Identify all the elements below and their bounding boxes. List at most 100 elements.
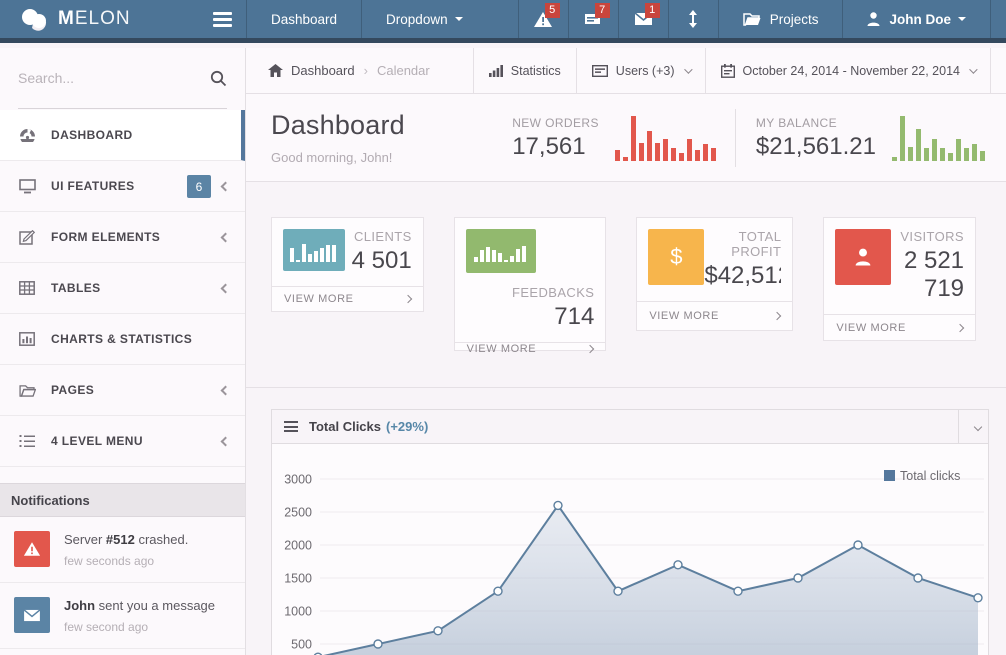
sidebar-item-label: 4 LEVEL MENU xyxy=(51,434,143,448)
panel-collapse-button[interactable] xyxy=(958,410,988,444)
users-card-icon xyxy=(592,65,608,77)
documents-badge: 7 xyxy=(595,3,610,18)
alert-icon xyxy=(14,531,50,567)
panel-menu-icon[interactable] xyxy=(284,419,298,435)
visitors-view-more[interactable]: VIEW MORE xyxy=(824,314,975,340)
dashboard-icon xyxy=(19,128,37,143)
sidebar: DASHBOARD UI FEATURES 6 FORM ELEMENTS TABLES… xyxy=(0,48,246,655)
caret-down-icon xyxy=(455,17,463,21)
page-title: Dashboard xyxy=(271,110,405,141)
alerts-button[interactable]: 5 xyxy=(518,0,568,38)
new-orders-stat: NEW ORDERS 17,561 xyxy=(512,115,719,161)
table-icon xyxy=(19,281,37,295)
alerts-badge: 5 xyxy=(545,3,560,18)
user-menu[interactable]: John Doe xyxy=(842,0,990,38)
sidebar-item-dashboard[interactable]: DASHBOARD xyxy=(0,110,245,161)
user-icon xyxy=(867,12,880,27)
users-dropdown[interactable]: Users (+3) xyxy=(576,48,705,94)
monitor-icon xyxy=(19,179,37,194)
profit-tile-icon: $ xyxy=(648,229,704,285)
search-input[interactable] xyxy=(18,70,210,86)
documents-button[interactable]: 7 xyxy=(568,0,618,38)
visitors-label: VISITORS xyxy=(891,229,964,244)
clients-tile-icon xyxy=(283,229,345,271)
breadcrumb-dashboard[interactable]: Dashboard xyxy=(291,63,355,78)
visitors-tile-icon xyxy=(835,229,891,285)
notification-message[interactable]: John sent you a message few second ago xyxy=(0,583,245,649)
sidebar-item-form-elements[interactable]: FORM ELEMENTS xyxy=(0,212,245,263)
new-orders-value: 17,561 xyxy=(512,133,599,161)
main-content: Dashboard › Calendar Statistics xyxy=(246,48,1006,655)
clients-view-more[interactable]: VIEW MORE xyxy=(272,286,423,311)
chevron-right-icon xyxy=(586,345,594,353)
sidebar-item-4-level-menu[interactable]: 4 LEVEL MENU xyxy=(0,416,245,467)
sidebar-item-label: DASHBOARD xyxy=(51,128,133,142)
sidebar-item-charts-statistics[interactable]: CHARTS & STATISTICS xyxy=(0,314,245,365)
chevron-left-icon xyxy=(221,233,231,243)
sidebar-item-label: TABLES xyxy=(51,281,101,295)
sidebar-item-ui-features[interactable]: UI FEATURES 6 xyxy=(0,161,245,212)
chevron-down-icon xyxy=(684,65,692,73)
stat-cards: CLIENTS 4 501 VIEW MORE FEEDBACKS 714 VI… xyxy=(246,182,1006,388)
toolbar-end-cap xyxy=(990,48,1006,94)
profit-label: TOTAL PROFIT xyxy=(704,229,781,259)
nav-item-dashboard[interactable]: Dashboard xyxy=(246,0,361,38)
navbar-end-cap xyxy=(990,0,1006,38)
svg-text:1500: 1500 xyxy=(284,572,312,586)
clients-label: CLIENTS xyxy=(345,229,412,244)
panel-title: Total Clicks xyxy=(309,419,381,434)
notification-text: John sent you a message xyxy=(64,598,215,613)
resize-vertical-button[interactable] xyxy=(668,0,718,38)
sidebar-item-label: FORM ELEMENTS xyxy=(51,230,160,244)
notification-text: Server #512 crashed. xyxy=(64,532,188,547)
top-navbar: MELON Dashboard Dropdown 5 7 xyxy=(0,0,1006,43)
messages-button[interactable]: 1 xyxy=(618,0,668,38)
svg-text:2000: 2000 xyxy=(284,539,312,553)
folder-icon xyxy=(19,384,37,397)
chevron-right-icon xyxy=(956,323,964,331)
menu-badge: 6 xyxy=(187,175,211,198)
bar-chart-icon xyxy=(489,64,503,77)
notification-time: few second ago xyxy=(64,620,215,634)
notifications-header: Notifications xyxy=(0,483,245,517)
projects-button[interactable]: Projects xyxy=(718,0,843,38)
chevron-down-icon xyxy=(969,65,977,73)
nav-item-dropdown[interactable]: Dropdown xyxy=(361,0,487,38)
my-balance-stat: MY BALANCE $21,561.21 xyxy=(756,115,988,161)
melon-logo-icon xyxy=(20,7,50,31)
arrows-vertical-icon xyxy=(688,10,698,28)
feedbacks-view-more[interactable]: VIEW MORE xyxy=(455,342,606,355)
dollar-icon: $ xyxy=(670,244,682,270)
clients-card: CLIENTS 4 501 VIEW MORE xyxy=(271,217,424,312)
home-icon[interactable] xyxy=(268,64,283,77)
total-profit-card: $ TOTAL PROFIT $42,512.00 VIEW MORE xyxy=(636,217,793,331)
chevron-left-icon xyxy=(221,386,231,396)
sidebar-toggle-icon[interactable] xyxy=(213,9,232,30)
logo[interactable]: MELON xyxy=(0,0,246,38)
new-orders-label: NEW ORDERS xyxy=(512,116,599,130)
app-window: MELON Dashboard Dropdown 5 7 xyxy=(0,0,1006,655)
profit-view-more[interactable]: VIEW MORE xyxy=(637,301,792,330)
breadcrumb-bar: Dashboard › Calendar Statistics xyxy=(246,48,1006,94)
sidebar-item-label: UI FEATURES xyxy=(51,179,135,193)
breadcrumb: Dashboard › Calendar xyxy=(246,63,473,78)
calendar-icon xyxy=(721,64,735,78)
stats-divider xyxy=(735,109,736,167)
sidebar-item-pages[interactable]: PAGES xyxy=(0,365,245,416)
feedbacks-card: FEEDBACKS 714 VIEW MORE xyxy=(454,217,607,351)
svg-text:1000: 1000 xyxy=(284,605,312,619)
navbar-spacer xyxy=(487,0,518,38)
feedbacks-label: FEEDBACKS xyxy=(466,285,595,300)
svg-text:2500: 2500 xyxy=(284,506,312,520)
date-range-dropdown[interactable]: October 24, 2014 - November 22, 2014 xyxy=(705,48,991,94)
profit-value: $42,512.00 xyxy=(704,262,781,290)
search-icon[interactable] xyxy=(210,70,227,87)
levels-icon xyxy=(19,434,37,448)
feedbacks-tile-icon xyxy=(466,229,536,273)
svg-text:500: 500 xyxy=(291,638,312,652)
statistics-button[interactable]: Statistics xyxy=(473,48,576,94)
sidebar-item-tables[interactable]: TABLES xyxy=(0,263,245,314)
feedbacks-value: 714 xyxy=(466,303,595,331)
notification-server-crashed[interactable]: Server #512 crashed. few seconds ago xyxy=(0,517,245,583)
my-balance-minichart xyxy=(892,115,988,161)
